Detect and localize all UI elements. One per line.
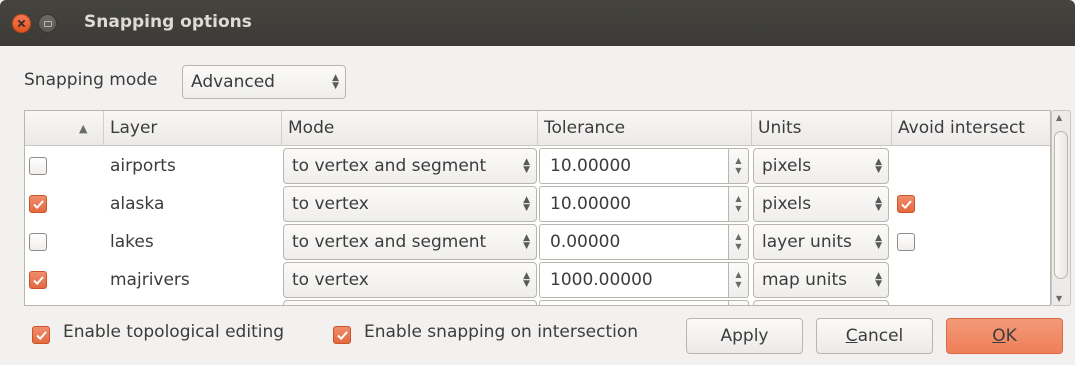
topological-editing-checkbox[interactable] [32, 326, 50, 344]
units-value: map units [762, 270, 847, 290]
scroll-up-icon[interactable]: ▲ [1056, 113, 1062, 122]
tolerance-spinner[interactable] [729, 300, 749, 305]
snapping-mode-value: Advanced [191, 72, 275, 92]
snap-on-intersection-label[interactable]: Enable snapping on intersection [364, 322, 638, 342]
checkmark-icon [33, 200, 44, 210]
mode-select[interactable]: to vertex ▲ ▼ [283, 186, 537, 222]
ok-accelerator: O [992, 326, 1006, 346]
topological-editing-label[interactable]: Enable topological editing [63, 322, 284, 342]
table-row[interactable]: majrivers to vertex ▲ ▼ 1000.00000 ▲ ▼ map unit… [25, 261, 1050, 299]
layer-name: alaska [110, 194, 165, 214]
apply-button[interactable]: Apply [686, 318, 803, 354]
layer-enabled-checkbox[interactable] [29, 195, 47, 213]
mode-select[interactable]: to vertex ▲ ▼ [283, 262, 537, 298]
mode-select[interactable]: to vertex and segment ▲ ▼ [283, 224, 537, 260]
tolerance-spinner[interactable]: ▲ ▼ [729, 224, 749, 260]
header-units[interactable]: Units [752, 111, 892, 146]
mode-select[interactable]: to vertex and segment ▲ ▼ [283, 148, 537, 184]
snap-on-intersection-checkbox[interactable] [333, 326, 351, 344]
mode-value: to vertex and segment [292, 156, 487, 176]
header-avoid-intersect[interactable]: Avoid intersect [892, 111, 1050, 146]
window-icon [43, 20, 52, 27]
minimize-button[interactable] [38, 14, 57, 33]
units-select[interactable]: map units ▲ ▼ [753, 262, 889, 298]
updown-arrows-icon: ▲ ▼ [523, 271, 530, 289]
checkmark-icon [901, 200, 912, 210]
cancel-accelerator: C [845, 326, 858, 346]
tolerance-spinner[interactable]: ▲ ▼ [729, 262, 749, 298]
tolerance-spinner[interactable]: ▲ ▼ [729, 148, 749, 184]
units-select[interactable]: layer units ▲ ▼ [753, 224, 889, 260]
units-value: pixels [762, 156, 812, 176]
table-row[interactable]: airports to vertex and segment ▲ ▼ 10.00000 ▲… [25, 147, 1050, 185]
mode-value: to vertex [292, 194, 369, 214]
cancel-label-rest: ancel [857, 326, 904, 346]
layer-name: majrivers [110, 270, 190, 290]
window-title: Snapping options [84, 12, 252, 32]
layer-name: airports [110, 156, 176, 176]
updown-arrows-icon: ▲ ▼ [875, 195, 882, 213]
mode-value: to vertex and segment [292, 232, 487, 252]
close-button[interactable] [12, 14, 31, 33]
avoid-intersect-checkbox[interactable] [897, 233, 915, 251]
table-header: ▲ Layer Mode Tolerance Units Avoid inter… [25, 111, 1050, 146]
updown-arrows-icon: ▲ ▼ [875, 233, 882, 251]
scroll-down-icon[interactable]: ▼ [1056, 294, 1062, 303]
close-icon [17, 19, 26, 28]
checkmark-icon [36, 331, 47, 341]
title-bar: Snapping options [0, 0, 1075, 46]
table-scrollbar[interactable]: ▲ ▼ [1051, 110, 1071, 306]
mode-select[interactable] [283, 300, 537, 305]
header-tolerance[interactable]: Tolerance [538, 111, 752, 146]
ok-label-rest: K [1005, 326, 1017, 346]
updown-arrows-icon: ▲ ▼ [332, 73, 339, 91]
updown-arrows-icon: ▲ ▼ [875, 271, 882, 289]
ok-button[interactable]: OK [946, 318, 1063, 354]
header-enabled[interactable] [25, 111, 104, 146]
units-select[interactable] [753, 300, 889, 305]
layer-enabled-checkbox[interactable] [29, 271, 47, 289]
tolerance-spinner[interactable]: ▲ ▼ [729, 186, 749, 222]
snapping-mode-select[interactable]: Advanced ▲ ▼ [182, 65, 346, 99]
layer-name: lakes [110, 232, 154, 252]
cancel-button[interactable]: Cancel [816, 318, 933, 354]
layer-enabled-checkbox[interactable] [29, 233, 47, 251]
updown-arrows-icon: ▲ ▼ [523, 233, 530, 251]
tolerance-input[interactable]: 10.00000 [539, 148, 729, 184]
units-select[interactable]: pixels ▲ ▼ [753, 186, 889, 222]
layer-enabled-checkbox[interactable] [29, 157, 47, 175]
updown-arrows-icon: ▲ ▼ [523, 195, 530, 213]
layer-table: ▲ Layer Mode Tolerance Units Avoid inter… [24, 110, 1051, 306]
updown-arrows-icon: ▲ ▼ [523, 157, 530, 175]
units-value: layer units [762, 232, 852, 252]
header-mode[interactable]: Mode [282, 111, 538, 146]
sort-ascending-icon: ▲ [79, 122, 88, 135]
table-row-partial [25, 299, 1050, 305]
tolerance-input[interactable]: 1000.00000 [539, 262, 729, 298]
table-row[interactable]: lakes to vertex and segment ▲ ▼ 0.00000 ▲ ▼ lay… [25, 223, 1050, 261]
tolerance-input[interactable]: 0.00000 [539, 224, 729, 260]
tolerance-input[interactable] [539, 300, 729, 305]
checkmark-icon [337, 331, 348, 341]
mode-value: to vertex [292, 270, 369, 290]
avoid-intersect-checkbox[interactable] [897, 195, 915, 213]
header-layer[interactable]: Layer [104, 111, 282, 146]
units-select[interactable]: pixels ▲ ▼ [753, 148, 889, 184]
snapping-mode-label: Snapping mode [24, 70, 158, 90]
table-row[interactable]: alaska to vertex ▲ ▼ 10.00000 ▲ ▼ pixels ▲ ▼ [25, 185, 1050, 223]
checkmark-icon [33, 276, 44, 286]
snapping-options-dialog: Snapping options Snapping mode Advanced … [0, 0, 1075, 365]
updown-arrows-icon: ▲ ▼ [875, 157, 882, 175]
scrollbar-thumb[interactable] [1054, 131, 1068, 279]
tolerance-input[interactable]: 10.00000 [539, 186, 729, 222]
units-value: pixels [762, 194, 812, 214]
